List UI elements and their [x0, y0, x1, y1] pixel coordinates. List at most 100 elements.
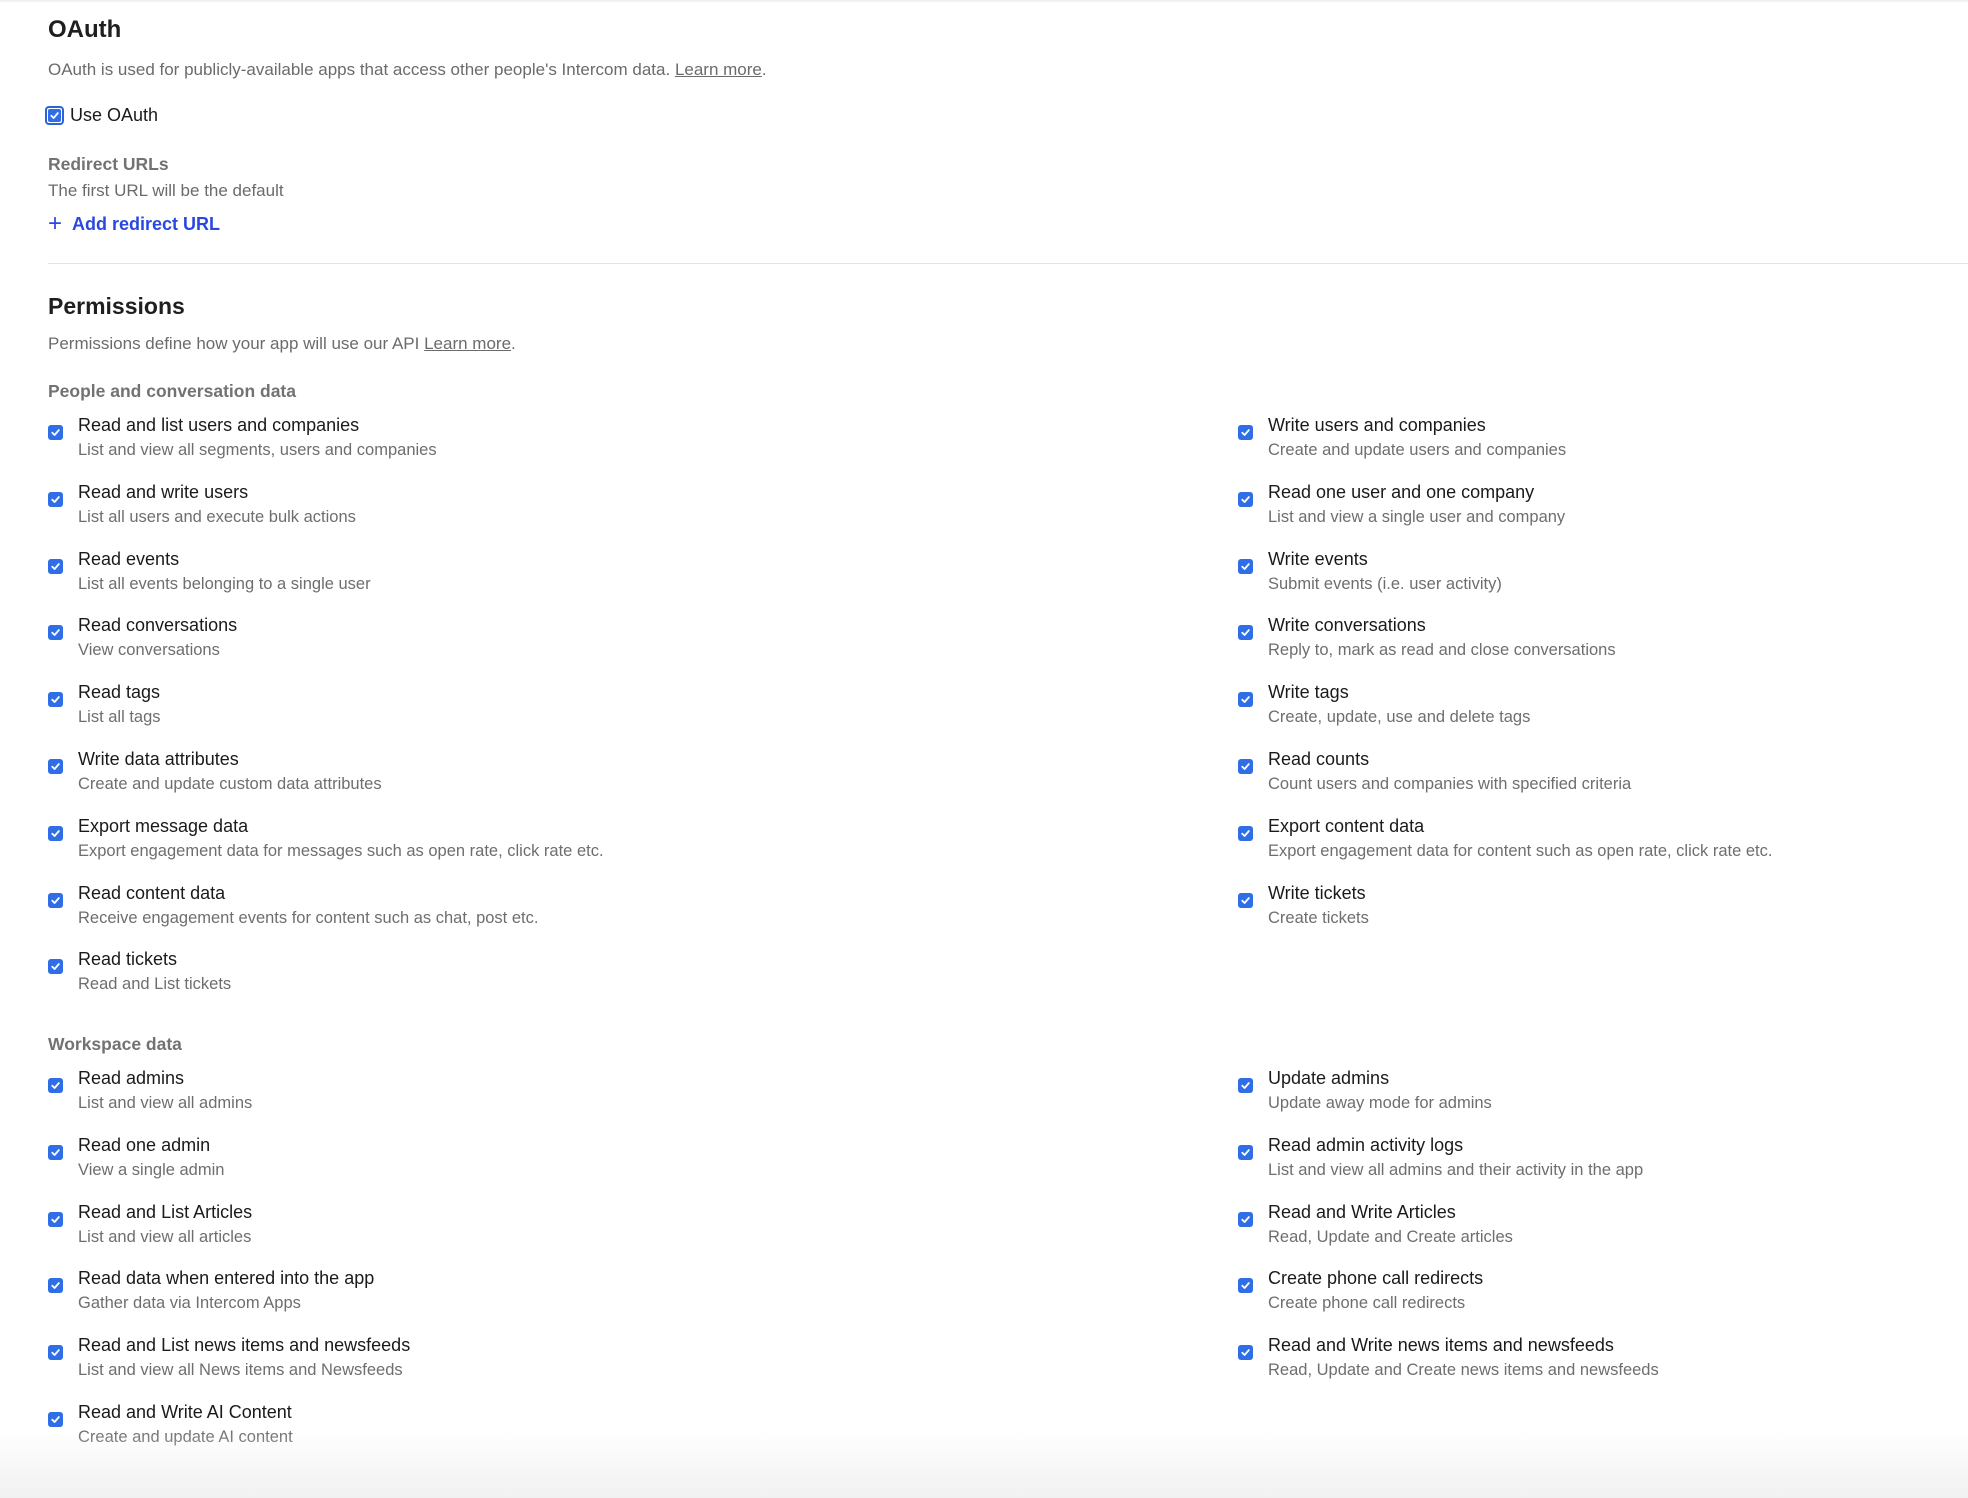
permission-description: Gather data via Intercom Apps [78, 1294, 301, 1313]
permission-description: Receive engagement events for content su… [78, 908, 539, 927]
checkmark-icon [51, 829, 60, 837]
permission-label: Write tags [1268, 682, 1349, 703]
permission-description: List and view all admins [78, 1094, 253, 1112]
permission-description: Create tickets [1268, 908, 1369, 927]
permission-checkbox[interactable] [48, 1278, 63, 1294]
permission-label: Create phone call redirects [1268, 1268, 1484, 1289]
permission-checkbox[interactable] [48, 1078, 63, 1093]
permission-checkbox[interactable] [48, 625, 63, 641]
permission-description: Update away mode for admins [1268, 1094, 1492, 1112]
permission-checkbox[interactable] [1238, 625, 1253, 641]
permission-description: Read, Update and Create news items and n… [1268, 1361, 1659, 1380]
permission-description: Read, Update and Create articles [1268, 1227, 1513, 1246]
checkmark-icon [51, 1215, 60, 1223]
permission-label: Read counts [1268, 749, 1370, 769]
permission-label: Export content data [1268, 815, 1425, 836]
permission-description: View a single admin [78, 1160, 225, 1179]
oauth-learn-more-link[interactable]: Learn more [675, 60, 762, 79]
checkmark-icon [51, 1282, 60, 1290]
permission-description: List all users and execute bulk actions [78, 507, 356, 526]
checkmark-icon [1241, 696, 1250, 704]
permission-checkbox[interactable] [48, 1412, 63, 1427]
use-oauth-checkbox-row[interactable]: Use OAuth [45, 105, 158, 126]
permission-checkbox[interactable] [48, 759, 63, 774]
oauth-title: OAuth [48, 16, 122, 43]
bottom-fade [0, 1430, 1968, 1498]
permission-checkbox[interactable] [48, 1144, 63, 1160]
permission-checkbox[interactable] [48, 692, 63, 708]
checkmark-icon [1241, 896, 1250, 904]
checkmark-icon [1241, 1282, 1250, 1290]
permission-checkbox[interactable] [48, 558, 63, 574]
permission-label: Write data attributes [78, 749, 239, 769]
permission-label: Update admins [1268, 1068, 1390, 1088]
permission-description: Reply to, mark as read and close convers… [1268, 641, 1616, 660]
checkmark-icon [51, 1416, 60, 1423]
permission-checkbox[interactable] [1238, 825, 1253, 841]
permission-description: List all events belonging to a single us… [78, 574, 371, 593]
permission-description: Export engagement data for messages such… [78, 841, 604, 860]
checkmark-icon [51, 629, 60, 637]
permission-checkbox[interactable] [1238, 759, 1253, 774]
permission-label: Read conversations [78, 615, 238, 636]
checkmark-icon [51, 1349, 60, 1357]
permission-label: Read one user and one company [1268, 481, 1535, 502]
permission-checkbox[interactable] [1238, 1345, 1253, 1361]
checkmark-icon [51, 1082, 60, 1089]
permission-label: Read and list users and companies [78, 415, 360, 435]
permission-checkbox[interactable] [48, 825, 63, 841]
permission-checkbox[interactable] [48, 959, 63, 975]
checkmark-icon [1241, 629, 1250, 637]
top-edge-shadow [0, 0, 1968, 3]
add-redirect-url-button[interactable]: + Add redirect URL [48, 212, 220, 236]
permission-checkbox[interactable] [48, 425, 63, 440]
permission-label: Write conversations [1268, 615, 1426, 636]
permission-checkbox[interactable] [48, 491, 63, 507]
permission-label: Read and Write Articles [1268, 1201, 1456, 1222]
permission-checkbox[interactable] [1238, 1078, 1253, 1093]
permission-checkbox[interactable] [1238, 1144, 1253, 1160]
permission-checkbox[interactable] [1238, 491, 1253, 507]
permission-checkbox[interactable] [1238, 558, 1253, 574]
permission-label: Read tags [78, 682, 161, 703]
checkmark-icon [1241, 1082, 1250, 1089]
permission-label: Read admin activity logs [1268, 1134, 1464, 1155]
checkmark-icon [51, 1148, 60, 1156]
permission-checkbox[interactable] [48, 1345, 63, 1361]
checkmark-icon [1241, 495, 1250, 503]
permission-checkbox[interactable] [1238, 425, 1253, 440]
permission-checkbox[interactable] [1238, 692, 1253, 708]
permission-label: Read and write users [78, 481, 249, 502]
permission-label: Read data when entered into the app [78, 1268, 375, 1289]
checkmark-icon [1241, 1148, 1250, 1156]
permission-checkbox[interactable] [1238, 1211, 1253, 1227]
checkmark-icon [1241, 429, 1250, 436]
permissions-description: Permissions define how your app will use… [48, 334, 516, 354]
permission-label: Read events [78, 548, 180, 569]
oauth-description-period: . [761, 60, 767, 79]
redirect-urls-title: Redirect URLs [48, 154, 169, 174]
permission-label: Read admins [78, 1068, 185, 1088]
redirect-urls-hint: The first URL will be the default [48, 181, 284, 200]
permission-description: Submit events (i.e. user activity) [1268, 574, 1502, 593]
section-divider [48, 263, 1968, 264]
checkmark-icon [1241, 1215, 1250, 1223]
permission-checkbox[interactable] [48, 892, 63, 908]
permission-description: List all tags [78, 708, 161, 727]
permission-checkbox[interactable] [1238, 1278, 1253, 1294]
permission-description: Create, update, use and delete tags [1268, 708, 1531, 727]
permission-checkbox[interactable] [1238, 892, 1253, 908]
checkmark-icon [51, 896, 60, 904]
permission-label: Read and List news items and newsfeeds [78, 1335, 411, 1356]
permission-label: Read and Write AI Content [78, 1402, 292, 1422]
permission-label: Read tickets [78, 949, 178, 970]
permission-description: List and view all admins and their activ… [1268, 1160, 1644, 1179]
checkmark-icon [51, 429, 60, 436]
permission-label: Write events [1268, 548, 1368, 569]
use-oauth-checkbox[interactable] [45, 106, 64, 125]
permission-description: List and view all News items and Newsfee… [78, 1361, 403, 1380]
permission-checkbox[interactable] [48, 1211, 63, 1227]
permission-description: List and view a single user and company [1268, 507, 1566, 526]
permissions-description-text: Permissions define how your app will use… [48, 334, 420, 353]
permissions-learn-more-link[interactable]: Learn more [424, 334, 511, 353]
